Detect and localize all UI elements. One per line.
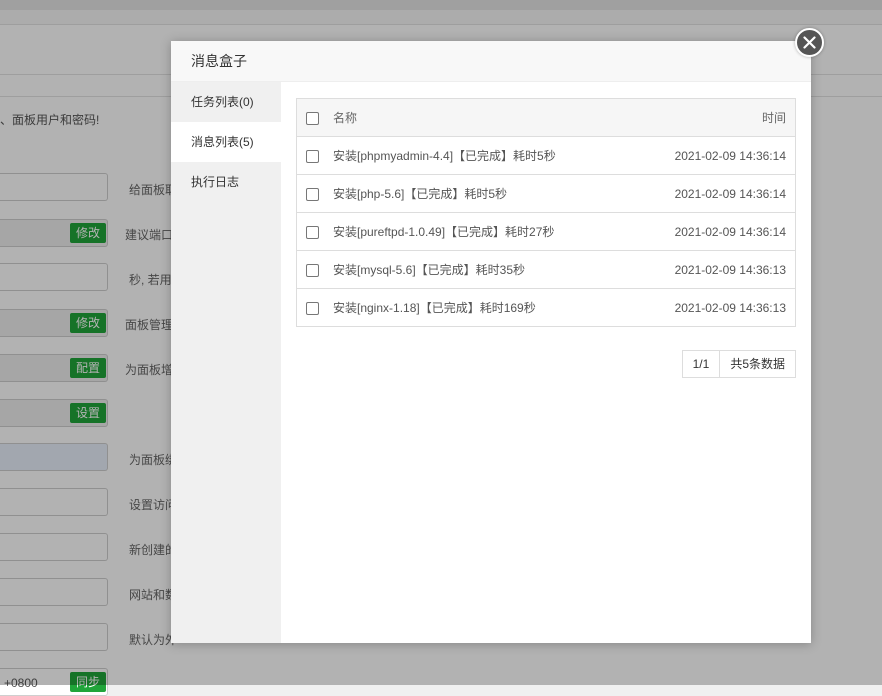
row-checkbox[interactable] (306, 301, 319, 315)
message-time: 2021-02-09 14:36:14 (633, 212, 796, 251)
row-checkbox-cell (296, 288, 325, 327)
message-box-dialog: 消息盒子 任务列表(0) 消息列表(5) 执行日志 名称 时间 安装[phpmy… (171, 41, 811, 643)
row-checkbox-cell (296, 174, 325, 213)
message-name: 安装[mysql-5.6]【已完成】耗时35秒 (325, 250, 634, 289)
message-time: 2021-02-09 14:36:13 (633, 288, 796, 327)
message-list-panel: 名称 时间 安装[phpmyadmin-4.4]【已完成】耗时5秒 2021-0… (281, 82, 811, 643)
message-name: 安装[php-5.6]【已完成】耗时5秒 (325, 174, 634, 213)
column-header-time: 时间 (633, 98, 796, 137)
message-time: 2021-02-09 14:36:14 (633, 174, 796, 213)
table-row: 安装[pureftpd-1.0.49]【已完成】耗时27秒 2021-02-09… (296, 212, 796, 251)
table-row: 安装[phpmyadmin-4.4]【已完成】耗时5秒 2021-02-09 1… (296, 136, 796, 175)
total-count: 共5条数据 (730, 357, 785, 371)
sidebar-item-task-list[interactable]: 任务列表(0) (171, 82, 281, 122)
message-name: 安装[phpmyadmin-4.4]【已完成】耗时5秒 (325, 136, 634, 175)
column-header-name: 名称 (325, 98, 634, 137)
table-row: 安装[mysql-5.6]【已完成】耗时35秒 2021-02-09 14:36… (296, 250, 796, 289)
table-row: 安装[nginx-1.18]【已完成】耗时169秒 2021-02-09 14:… (296, 288, 796, 327)
table-row: 安装[php-5.6]【已完成】耗时5秒 2021-02-09 14:36:14 (296, 174, 796, 213)
pagination: 1/1 共5条数据 (681, 350, 796, 378)
table-header-row: 名称 时间 (296, 98, 796, 137)
close-icon (803, 36, 816, 49)
row-checkbox[interactable] (306, 149, 319, 163)
page-indicator[interactable]: 1/1 (683, 351, 721, 377)
row-checkbox[interactable] (306, 225, 319, 239)
row-checkbox[interactable] (306, 187, 319, 201)
message-time: 2021-02-09 14:36:14 (633, 136, 796, 175)
message-name: 安装[pureftpd-1.0.49]【已完成】耗时27秒 (325, 212, 634, 251)
row-checkbox-cell (296, 136, 325, 175)
message-table: 名称 时间 安装[phpmyadmin-4.4]【已完成】耗时5秒 2021-0… (296, 98, 796, 327)
dialog-sidebar: 任务列表(0) 消息列表(5) 执行日志 (171, 82, 281, 643)
select-all-cell (296, 98, 325, 137)
dialog-title: 消息盒子 (171, 41, 811, 82)
select-all-checkbox[interactable] (306, 111, 319, 125)
row-checkbox-cell (296, 250, 325, 289)
row-checkbox-cell (296, 212, 325, 251)
row-checkbox[interactable] (306, 263, 319, 277)
close-dialog-button[interactable] (795, 28, 824, 57)
sidebar-item-message-list[interactable]: 消息列表(5) (171, 122, 281, 162)
sidebar-item-execution-log[interactable]: 执行日志 (171, 162, 281, 202)
message-name: 安装[nginx-1.18]【已完成】耗时169秒 (325, 288, 634, 327)
dialog-body: 任务列表(0) 消息列表(5) 执行日志 名称 时间 安装[phpmyadmin… (171, 82, 811, 643)
message-time: 2021-02-09 14:36:13 (633, 250, 796, 289)
